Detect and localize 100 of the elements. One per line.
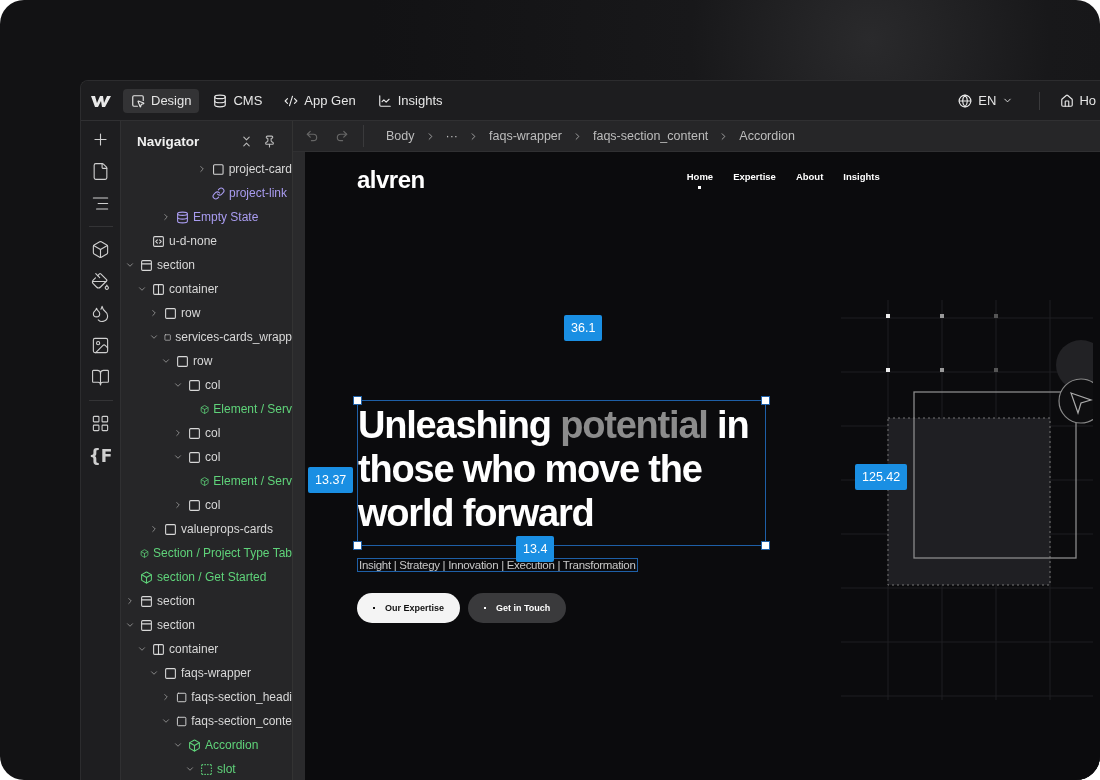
resize-handle[interactable] <box>761 396 770 405</box>
chevron-down-icon[interactable] <box>185 764 195 774</box>
section-icon <box>140 618 153 632</box>
cta-button[interactable]: Get in Touch <box>468 593 567 623</box>
undo-button[interactable] <box>305 129 319 143</box>
chevron-right-icon[interactable] <box>197 164 207 174</box>
tree-item[interactable]: valueprops-cards <box>121 517 292 541</box>
chevron-right-icon[interactable] <box>125 596 135 606</box>
nav-link[interactable]: About <box>785 171 834 182</box>
chevron-right-icon[interactable] <box>161 212 171 222</box>
rail-button[interactable] <box>91 368 110 387</box>
cube-icon <box>200 402 210 416</box>
square-icon <box>164 522 177 536</box>
nav-link[interactable]: Expertise <box>723 171 786 182</box>
language-dropdown[interactable]: EN <box>952 93 1020 108</box>
tree-item[interactable]: container <box>121 637 292 661</box>
breadcrumb-item[interactable]: faqs-section_content <box>592 129 709 143</box>
tree-item[interactable]: row <box>121 349 292 373</box>
logo-icon[interactable] <box>91 93 111 108</box>
square-icon <box>188 426 201 440</box>
rail-button[interactable] <box>91 240 110 259</box>
mode-tab[interactable]: CMS <box>205 88 271 113</box>
resize-handle[interactable] <box>353 396 362 405</box>
tree-item[interactable]: Section / Project Type Tab <box>121 541 292 565</box>
chevron-down-icon[interactable] <box>137 284 147 294</box>
chevron-right-icon[interactable] <box>161 692 171 702</box>
cube-icon <box>200 474 210 488</box>
tree-item[interactable]: row <box>121 301 292 325</box>
tree-item[interactable]: services-cards_wrapp <box>121 325 292 349</box>
link-icon <box>212 186 225 200</box>
tree-item[interactable]: container <box>121 277 292 301</box>
tree-item[interactable]: Empty State <box>121 205 292 229</box>
tree-item[interactable]: u-d-none <box>121 229 292 253</box>
database-icon <box>213 93 228 108</box>
mode-tab[interactable]: Insights <box>369 88 451 113</box>
chevron-down-icon[interactable] <box>149 668 159 678</box>
chevron-down-icon[interactable] <box>173 740 183 750</box>
breadcrumb-item[interactable]: ··· <box>445 129 458 143</box>
breadcrumb-item[interactable]: faqs-wrapper <box>489 129 562 143</box>
square-icon <box>176 354 189 368</box>
breadcrumb-item[interactable]: Body <box>386 129 415 143</box>
tree-item[interactable]: faqs-section_headi <box>121 685 292 709</box>
variables-button[interactable]: {F <box>88 446 113 466</box>
breadcrumb-item[interactable]: Accordion <box>739 129 795 143</box>
chevron-right-icon[interactable] <box>149 524 159 534</box>
rail-button[interactable] <box>91 272 110 291</box>
pin-button[interactable] <box>263 134 276 148</box>
rail-button[interactable] <box>91 194 110 213</box>
chevron-right-icon[interactable] <box>149 308 159 318</box>
home-button[interactable]: Ho <box>1060 93 1096 108</box>
mode-tab[interactable]: Design <box>123 88 200 113</box>
resize-handle[interactable] <box>761 541 770 550</box>
rail-button[interactable] <box>91 304 110 323</box>
tree-item[interactable]: project-link <box>121 181 292 205</box>
chevron-down-icon[interactable] <box>173 380 183 390</box>
site-logo[interactable]: alvren <box>357 166 425 194</box>
tree-item[interactable]: section / Get Started <box>121 565 292 589</box>
rail-button[interactable] <box>91 336 110 355</box>
rail-button[interactable] <box>91 130 110 149</box>
resize-handle[interactable] <box>353 541 362 550</box>
chevron-down-icon[interactable] <box>125 620 135 630</box>
rail-button[interactable] <box>91 162 110 181</box>
chevron-down-icon[interactable] <box>161 356 171 366</box>
rail-button[interactable] <box>91 414 110 433</box>
spacing-label: 36.1 <box>564 315 603 341</box>
redo-icon <box>335 129 349 143</box>
tree-item[interactable]: section <box>121 613 292 637</box>
tree-item[interactable]: col <box>121 493 292 517</box>
nav-link[interactable]: Home <box>676 171 724 189</box>
tree-item[interactable]: project-card <box>121 157 292 181</box>
tree-item[interactable]: faqs-wrapper <box>121 661 292 685</box>
home-icon <box>1060 93 1075 108</box>
tree-item[interactable]: Element / Serv <box>121 469 292 493</box>
square-icon <box>212 162 225 176</box>
tree-item[interactable]: Accordion <box>121 733 292 757</box>
nav-link[interactable]: Insights <box>833 171 890 182</box>
tree-item[interactable]: col <box>121 421 292 445</box>
tree-item[interactable]: slot <box>121 757 292 780</box>
tree-item[interactable]: Element / Serv <box>121 397 292 421</box>
chevron-down-icon[interactable] <box>137 644 147 654</box>
chevron-down-icon[interactable] <box>161 716 171 726</box>
chevron-right-icon[interactable] <box>173 428 183 438</box>
redo-button[interactable] <box>335 129 349 143</box>
tree-item[interactable]: section <box>121 253 292 277</box>
dashed-square-icon <box>200 762 213 776</box>
cta-button[interactable]: Our Expertise <box>357 593 461 623</box>
chevron-down-icon[interactable] <box>149 332 159 342</box>
chevron-right-icon[interactable] <box>173 500 183 510</box>
section-icon <box>140 594 153 608</box>
collapse-button[interactable] <box>240 134 253 148</box>
chevron-down-icon[interactable] <box>173 452 183 462</box>
tree-item[interactable]: section <box>121 589 292 613</box>
chevron-down-icon[interactable] <box>125 260 135 270</box>
page-icon <box>91 162 110 181</box>
tree-item[interactable]: col <box>121 445 292 469</box>
tree-item[interactable]: faqs-section_conte <box>121 709 292 733</box>
tree-item[interactable]: col <box>121 373 292 397</box>
pin-icon <box>263 134 276 148</box>
mode-tab[interactable]: App Gen <box>276 88 364 113</box>
design-canvas[interactable] <box>305 152 1100 780</box>
